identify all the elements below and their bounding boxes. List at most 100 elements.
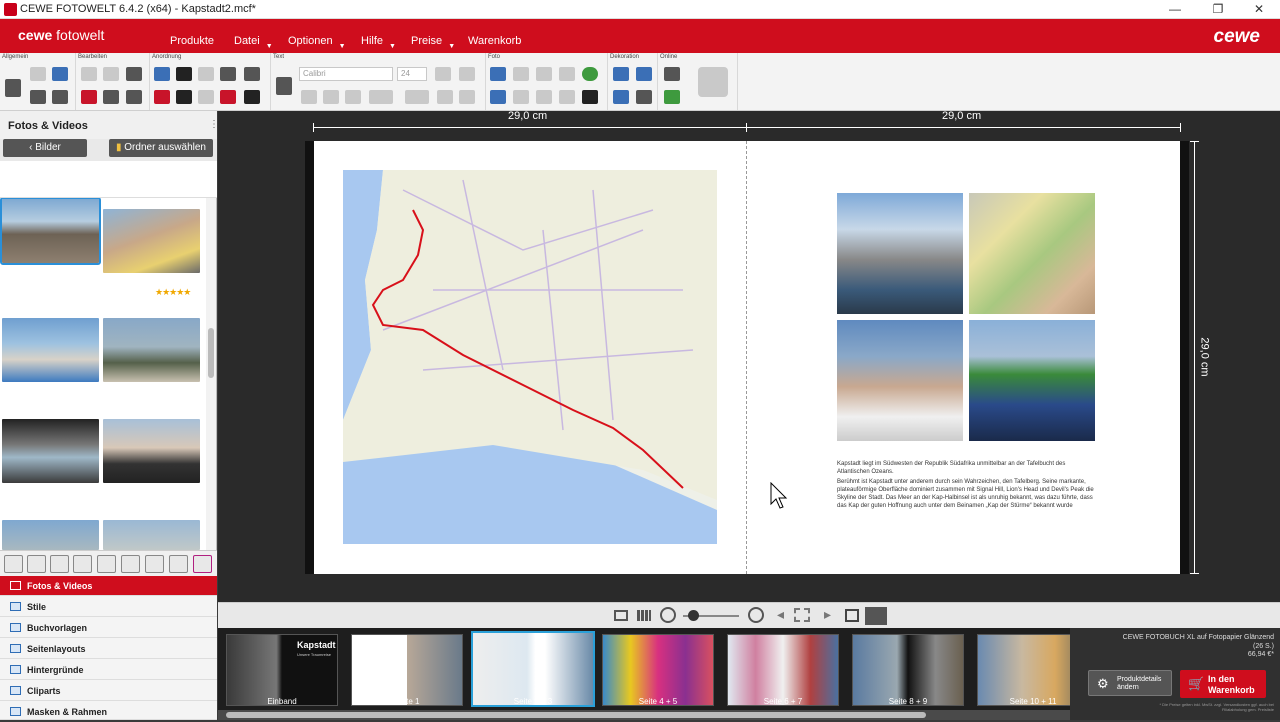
diamond-icon[interactable] — [698, 67, 728, 97]
zoom-slider-handle[interactable] — [688, 610, 699, 621]
share-icon[interactable] — [664, 90, 680, 104]
mask-icon[interactable] — [636, 67, 652, 81]
nav-hintergruende[interactable]: Hintergründe — [0, 660, 217, 680]
photo-enhance-icon[interactable] — [490, 90, 506, 104]
zoom-in-icon[interactable] — [748, 607, 764, 623]
photo-rotate-icon[interactable] — [536, 90, 552, 104]
photo-thumbnail[interactable] — [103, 318, 200, 382]
photo-thumbnail[interactable] — [2, 318, 99, 382]
cut-icon[interactable] — [81, 90, 97, 104]
font-size-select[interactable]: 24 — [397, 67, 427, 81]
grid-view-icon[interactable] — [50, 555, 69, 573]
clipart-icon[interactable] — [613, 67, 629, 81]
nav-buchvorlagen[interactable]: Buchvorlagen — [0, 618, 217, 638]
scrollbar-thumb[interactable] — [226, 712, 926, 718]
photo-grid-scrollbar[interactable] — [206, 198, 216, 550]
layer-icon[interactable] — [198, 67, 214, 81]
page-text-box[interactable]: Kapstadt liegt im Südwesten der Republik… — [837, 460, 1095, 512]
photo-thumbnail[interactable] — [2, 419, 99, 483]
font-select[interactable]: Calibri — [299, 67, 393, 81]
paste-icon[interactable] — [126, 90, 142, 104]
tools-icon[interactable] — [52, 90, 68, 104]
align-icon[interactable] — [154, 67, 170, 81]
add-text-icon[interactable] — [276, 77, 292, 95]
more-icon[interactable] — [582, 90, 598, 104]
hide-used-icon[interactable] — [169, 555, 188, 573]
copy-icon[interactable] — [30, 67, 46, 81]
minimize-button[interactable]: — — [1154, 0, 1196, 19]
more-icon[interactable] — [244, 90, 260, 104]
photo-frame-icon[interactable] — [559, 90, 575, 104]
photo-info-icon[interactable] — [193, 555, 212, 573]
scrollbar-thumb[interactable] — [208, 328, 214, 378]
product-details-button[interactable]: ⚙ Produktdetails ändern — [1088, 670, 1172, 696]
underline-icon[interactable] — [345, 90, 361, 104]
filmstrip-thumb-einband[interactable]: Kapstadt Unsere Traumreise — [226, 634, 338, 706]
filmstrip-thumb-seite-6-7[interactable] — [727, 634, 839, 706]
photo-edit-icon[interactable] — [513, 67, 529, 81]
remove-icon[interactable] — [220, 90, 236, 104]
group-icon[interactable] — [220, 67, 236, 81]
menu-produkte[interactable]: Produkte — [170, 35, 214, 47]
upload-icon[interactable] — [664, 67, 680, 81]
photo-fit-icon[interactable] — [536, 67, 552, 81]
photo-filter-icon[interactable] — [513, 90, 529, 104]
zoom-in-icon[interactable] — [4, 555, 23, 573]
fit-screen-icon[interactable] — [794, 608, 810, 622]
filmstrip-thumb-seite-2-3[interactable] — [471, 631, 595, 707]
select-folder-button[interactable]: ▮ Ordner auswählen — [109, 139, 213, 157]
menu-optionen[interactable]: Optionen ▼ — [288, 35, 346, 50]
next-page-icon[interactable]: ▸ — [824, 606, 831, 623]
add-photo-icon[interactable] — [490, 67, 506, 81]
add-to-cart-button[interactable]: 🛒 In den Warenkorb — [1180, 670, 1266, 698]
settings-icon[interactable] — [30, 90, 46, 104]
undo-icon[interactable] — [81, 67, 97, 81]
delete-icon[interactable] — [126, 67, 142, 81]
filmstrip-thumb-seite-4-5[interactable] — [602, 634, 714, 706]
menu-warenkorb[interactable]: Warenkorb — [468, 35, 521, 47]
photo-map-hands[interactable] — [969, 193, 1095, 314]
text-align-icon[interactable] — [405, 90, 429, 104]
zoom-out-icon[interactable] — [27, 555, 46, 573]
background-icon[interactable] — [613, 90, 629, 104]
photo-crop-icon[interactable] — [559, 67, 575, 81]
photo-driver[interactable] — [837, 320, 963, 441]
nav-seitenlayouts[interactable]: Seitenlayouts — [0, 639, 217, 659]
text-frame-icon[interactable] — [459, 90, 475, 104]
photo-effect-icon[interactable] — [582, 67, 598, 81]
sort-icon[interactable] — [73, 555, 92, 573]
menu-hilfe[interactable]: Hilfe ▼ — [361, 35, 396, 50]
photo-thumbnail[interactable] — [103, 419, 200, 483]
text-color-icon[interactable] — [369, 90, 393, 104]
ungroup-icon[interactable] — [244, 67, 260, 81]
photo-thumbnail[interactable] — [2, 520, 99, 550]
filter-icon[interactable] — [97, 555, 116, 573]
nav-stile[interactable]: Stile — [0, 597, 217, 617]
menu-preise[interactable]: Preise ▼ — [411, 35, 455, 50]
photo-harbour-flag[interactable] — [969, 320, 1095, 441]
previous-page-icon[interactable]: ◂ — [777, 606, 784, 623]
preview-icon[interactable] — [865, 607, 887, 625]
filmstrip-thumb-seite-8-9[interactable] — [852, 634, 964, 706]
redo-icon[interactable] — [103, 67, 119, 81]
photo-thumbnail[interactable] — [103, 209, 200, 273]
bold-icon[interactable] — [301, 90, 317, 104]
shrink-font-icon[interactable] — [459, 67, 475, 81]
single-page-view-icon[interactable] — [614, 610, 628, 621]
text-shape-icon[interactable] — [437, 90, 453, 104]
grid-view-icon[interactable] — [637, 610, 651, 621]
filmstrip-thumb-seite-1[interactable] — [351, 634, 463, 706]
nav-fotos-videos[interactable]: Fotos & Videos — [0, 576, 217, 596]
map-photo[interactable] — [343, 170, 717, 544]
photo-thumbnail[interactable] — [103, 520, 200, 550]
filmstrip-scrollbar[interactable] — [218, 710, 1070, 720]
photo-thumbnail[interactable] — [0, 198, 101, 265]
rotate-icon[interactable] — [176, 67, 192, 81]
back-to-bilder-button[interactable]: ‹ Bilder — [3, 139, 87, 157]
auto-fill-icon[interactable] — [145, 555, 164, 573]
grow-font-icon[interactable] — [435, 67, 451, 81]
copy-icon[interactable] — [103, 90, 119, 104]
nav-cliparts[interactable]: Cliparts — [0, 681, 217, 701]
maximize-button[interactable]: ❐ — [1197, 0, 1239, 19]
rotate-left-icon[interactable] — [154, 90, 170, 104]
